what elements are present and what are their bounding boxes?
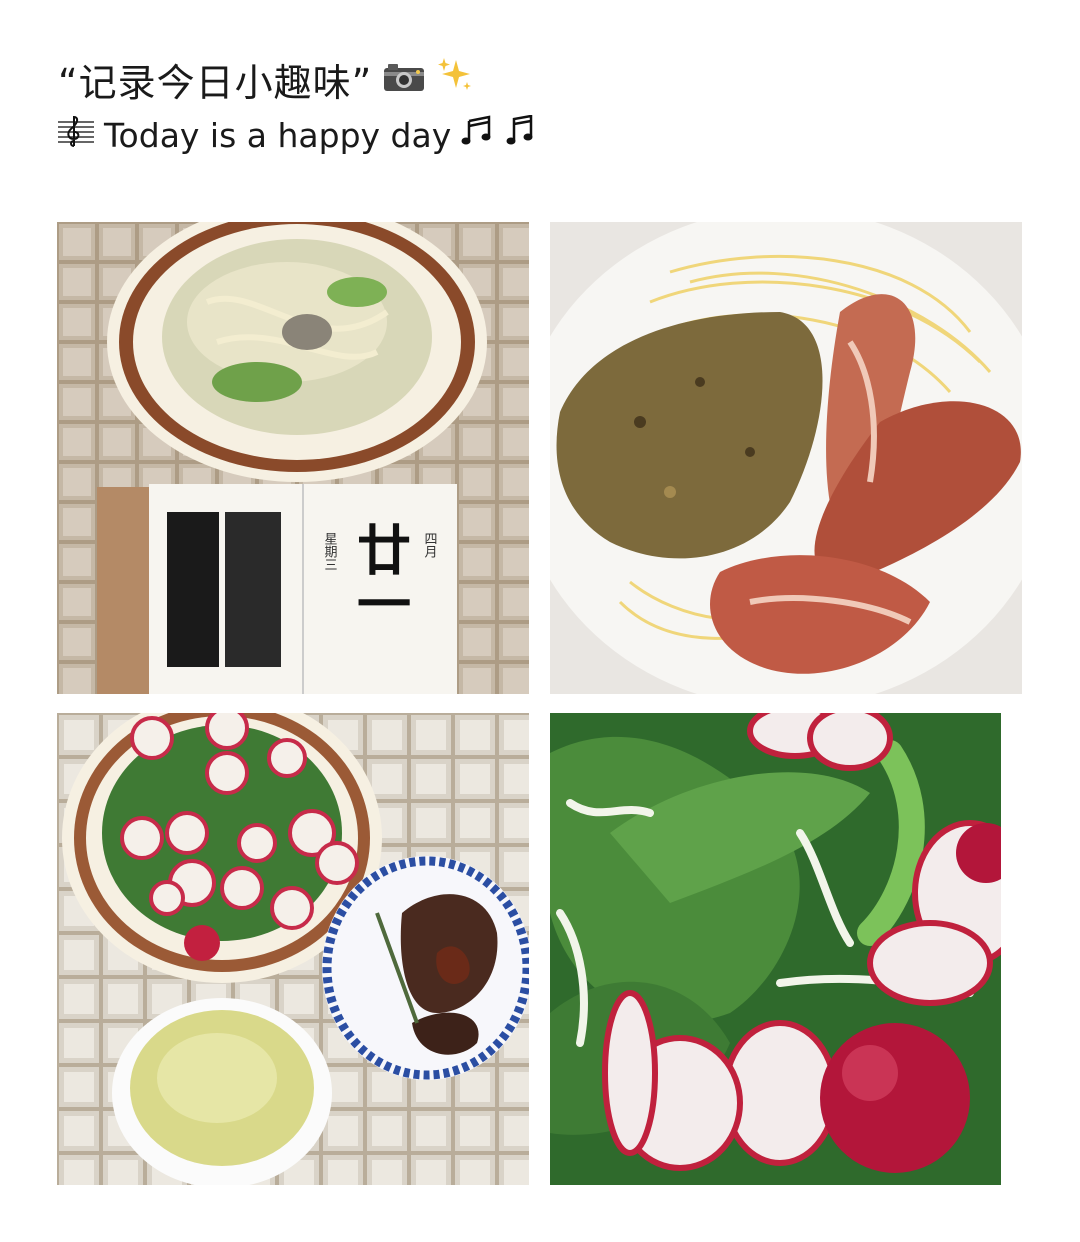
calendar-day: 廿一 <box>348 522 411 630</box>
treble-clef-icon <box>58 114 94 156</box>
noodle-soup-and-calendar-photo[interactable]: 星期三 四月 廿一 <box>57 222 529 694</box>
notes-icon <box>461 115 495 155</box>
title-text: “记录今日小趣味” <box>58 61 373 105</box>
radish-salad-steak-soup-photo[interactable] <box>57 713 529 1185</box>
page-subtitle: Today is a happy day <box>58 114 535 156</box>
noodle-soup-and-calendar-image: 星期三 四月 廿一 <box>57 222 529 694</box>
note-icon <box>505 114 535 155</box>
camera-icon <box>382 58 426 102</box>
pasta-with-bacon-image <box>550 222 1022 694</box>
radish-salad-closeup-image <box>550 713 1001 1185</box>
radish-salad-closeup-photo[interactable] <box>550 713 1001 1185</box>
calendar-month: 四月 <box>422 532 438 559</box>
sparkles-icon <box>436 56 474 103</box>
calendar-weekday: 星期三 <box>322 532 338 571</box>
subtitle-text: Today is a happy day <box>104 115 452 155</box>
page-title: “记录今日小趣味” <box>58 52 474 107</box>
radish-salad-steak-soup-image <box>57 713 529 1185</box>
pasta-with-bacon-photo[interactable] <box>550 222 1022 694</box>
